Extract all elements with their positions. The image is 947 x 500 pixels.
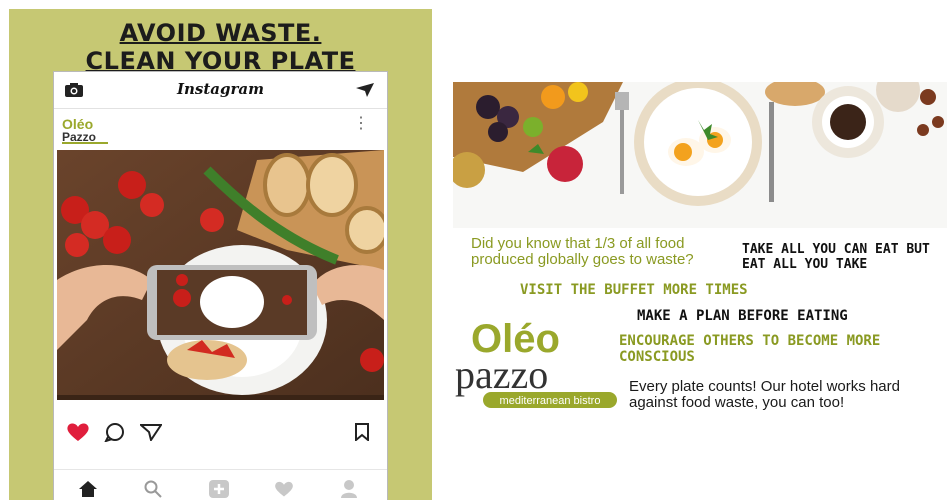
more-options-icon[interactable]: ⋮ xyxy=(353,116,369,132)
tip-encourage-others: ENCOURAGE OTHERS TO BECOME MORE CONSCIOU… xyxy=(619,333,880,365)
home-icon[interactable] xyxy=(78,480,98,500)
poster-title-line1: AVOID WASTE. xyxy=(119,19,322,47)
post-photo xyxy=(57,150,384,400)
profile-icon[interactable] xyxy=(340,479,358,500)
bottom-nav-bar xyxy=(54,469,387,500)
phone-frame: Instagram Oléo Pazzo ⋮ xyxy=(53,71,388,500)
closing-message: Every plate counts! Our hotel works hard… xyxy=(629,379,900,411)
avatar-logo-line2: Pazzo xyxy=(62,130,96,144)
logo-tagline: mediterranean bistro xyxy=(500,395,601,407)
closing-line2: against food waste, you can too! xyxy=(629,394,845,411)
fact-line1: Did you know that 1/3 of all food xyxy=(471,235,685,252)
search-icon[interactable] xyxy=(144,480,162,500)
tip1-line2: EAT ALL YOU TAKE xyxy=(742,257,868,272)
closing-line1: Every plate counts! Our hotel works hard xyxy=(629,378,900,395)
tip4-line1: ENCOURAGE OTHERS TO BECOME MORE xyxy=(619,333,881,349)
food-waste-fact: Did you know that 1/3 of all food produc… xyxy=(471,236,741,268)
instagram-poster: AVOID WASTE. CLEAN YOUR PLATE Instagram … xyxy=(9,9,432,500)
instagram-top-bar: Instagram xyxy=(54,72,387,109)
comment-icon[interactable] xyxy=(104,422,126,447)
tip-take-all-you-eat: TAKE ALL YOU CAN EAT BUT EAT ALL YOU TAK… xyxy=(742,242,947,272)
post-account-avatar[interactable]: Oléo Pazzo xyxy=(60,115,120,145)
tip1-line1: TAKE ALL YOU CAN EAT BUT xyxy=(742,242,930,257)
fact-line2: produced globally goes to waste? xyxy=(471,251,694,268)
tip-make-plan: MAKE A PLAN BEFORE EATING xyxy=(637,308,848,324)
add-post-icon[interactable] xyxy=(208,479,230,500)
tip4-line2: CONSCIOUS xyxy=(619,349,695,365)
activity-heart-icon[interactable] xyxy=(274,480,294,500)
bookmark-icon[interactable] xyxy=(355,423,369,446)
poster-title: AVOID WASTE. CLEAN YOUR PLATE xyxy=(9,19,432,75)
instagram-app-title: Instagram xyxy=(177,80,264,98)
breakfast-table-photo xyxy=(453,82,947,228)
tip-visit-buffet: VISIT THE BUFFET MORE TIMES xyxy=(520,282,748,298)
oleo-pazzo-logo: Oléo pazzo mediterranean bistro xyxy=(455,317,617,408)
send-icon[interactable] xyxy=(355,82,375,103)
logo-line2: pazzo xyxy=(455,352,548,397)
share-icon[interactable] xyxy=(138,423,163,446)
post-header: Oléo Pazzo ⋮ xyxy=(54,109,387,149)
post-actions xyxy=(54,420,387,450)
heart-icon[interactable] xyxy=(66,422,90,447)
